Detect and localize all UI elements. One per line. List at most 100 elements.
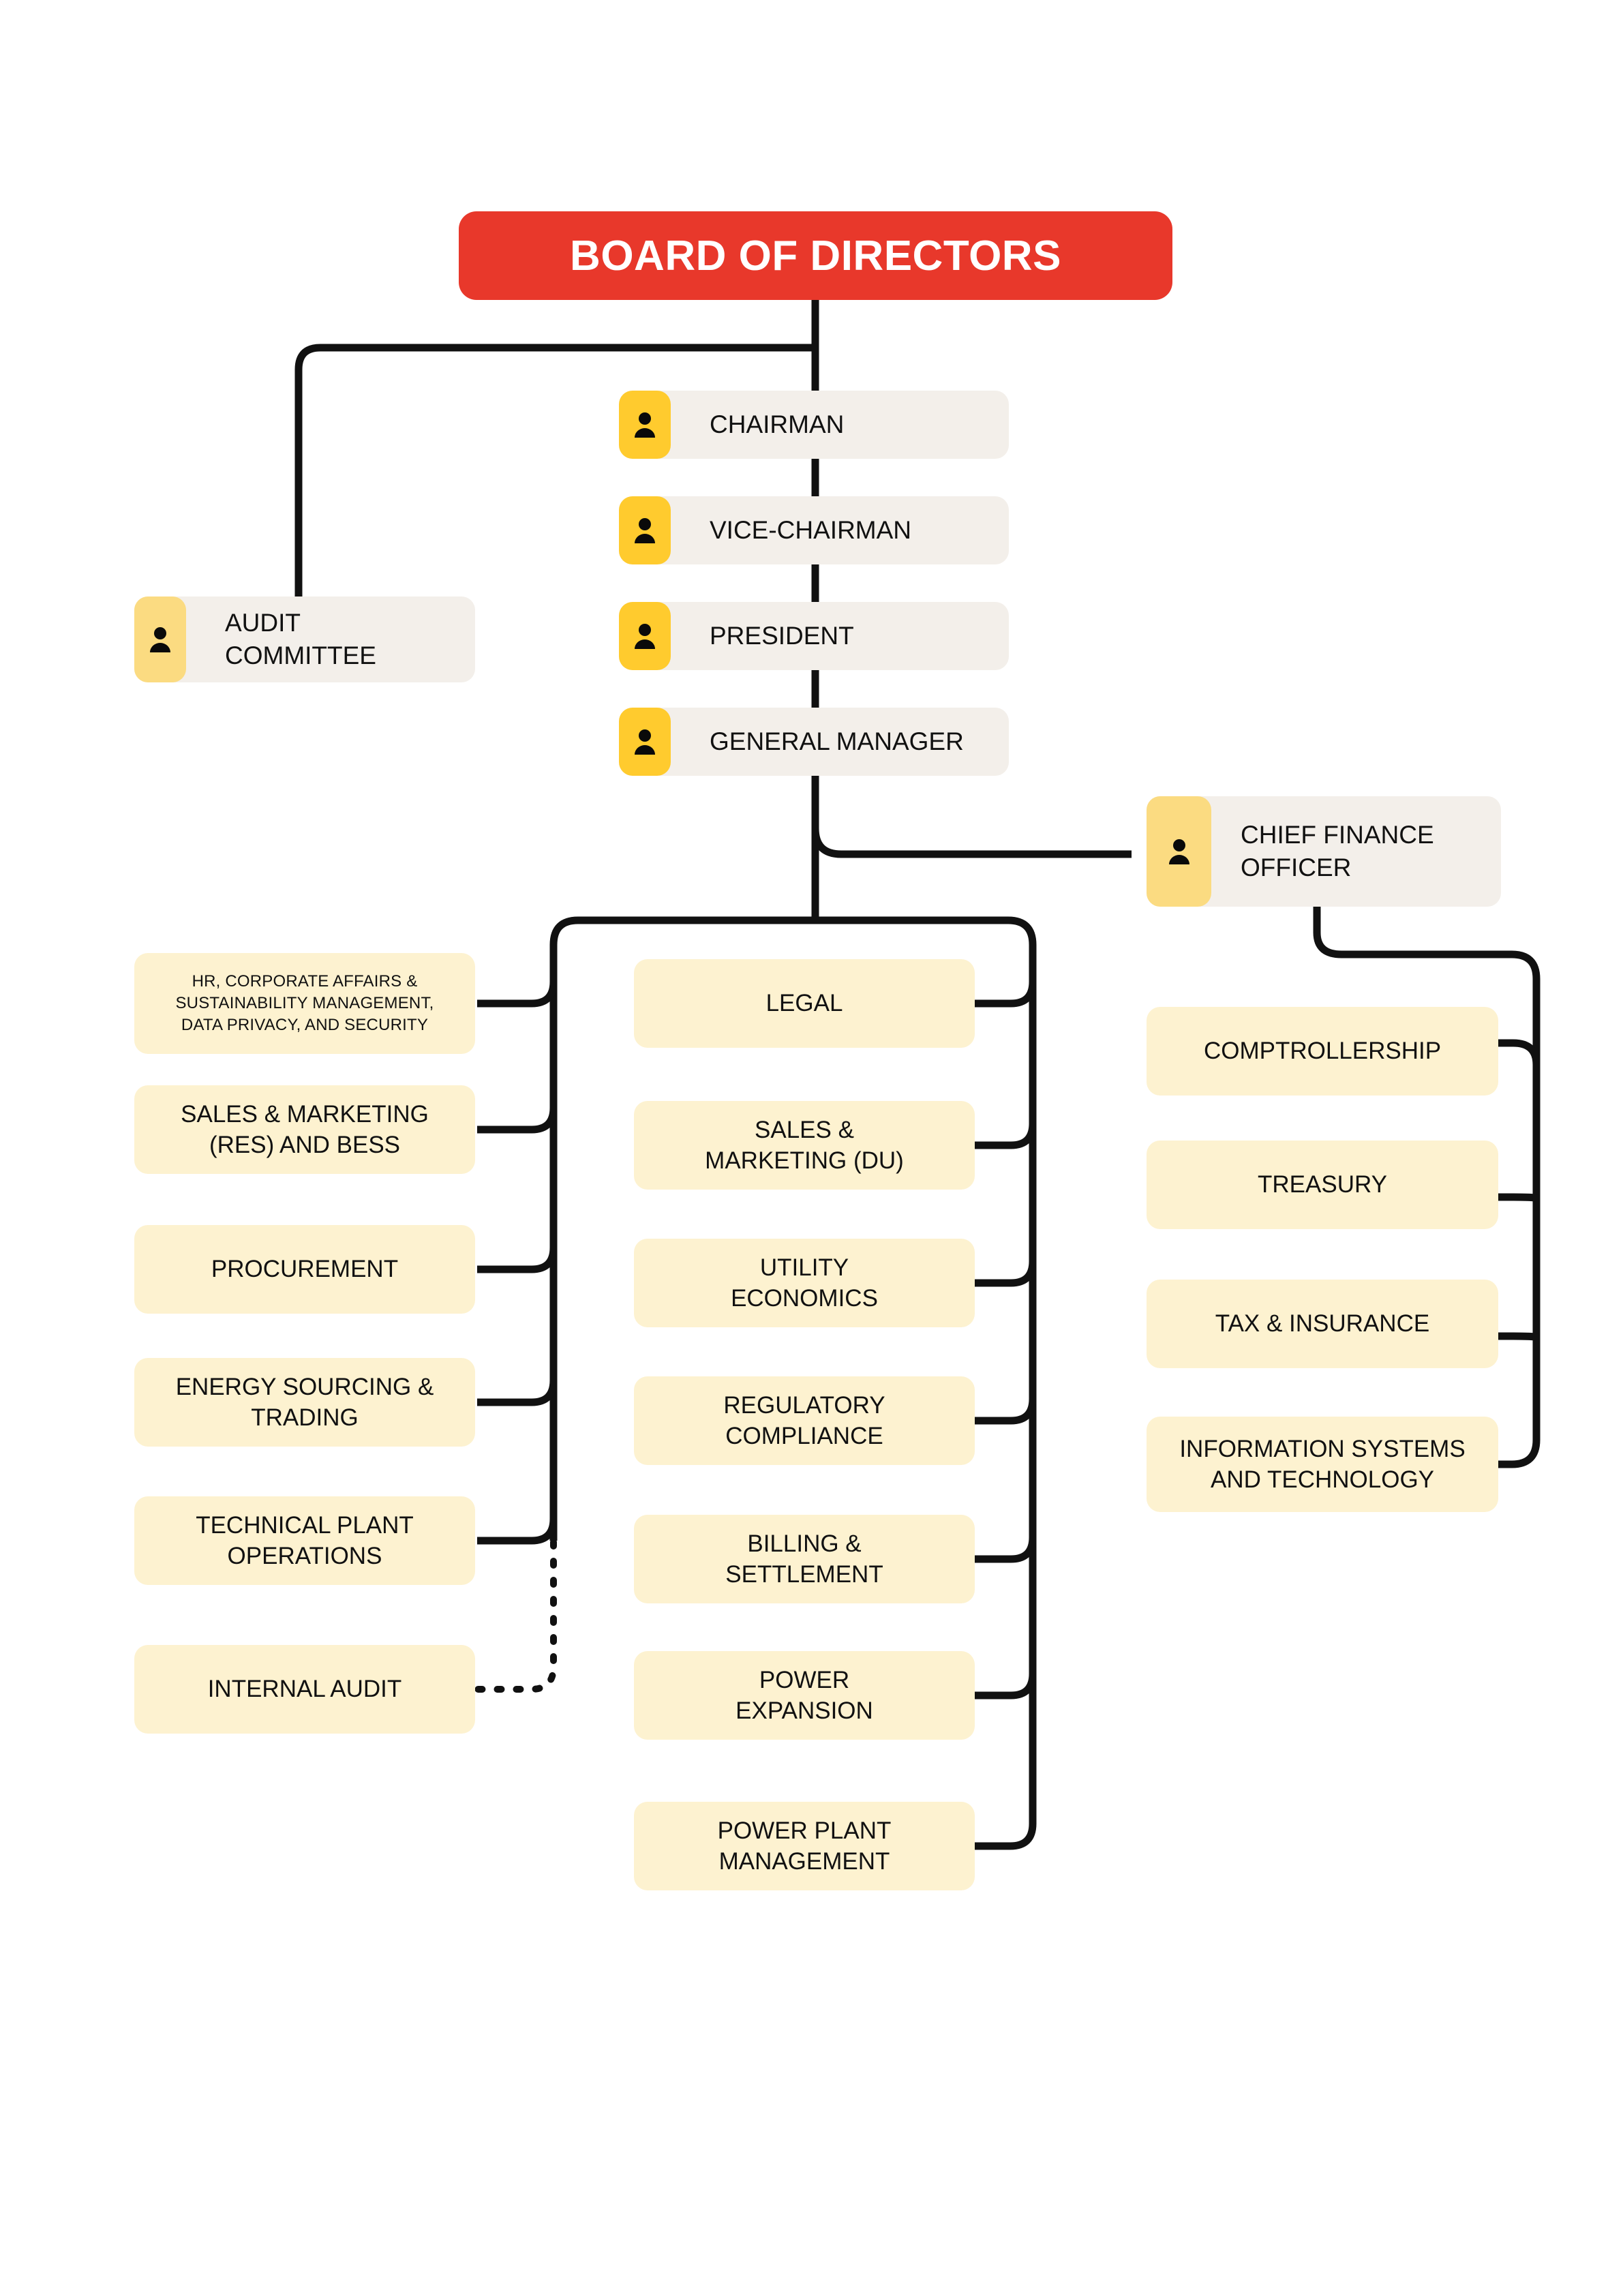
board-of-directors-node[interactable]: BOARD OF DIRECTORS: [459, 211, 1172, 300]
dept-label-line1: LEGAL: [765, 990, 843, 1017]
chief-finance-officer-node[interactable]: CHIEF FINANCE OFFICER: [1147, 796, 1501, 907]
dept-node-regulatory-compliance[interactable]: REGULATORY COMPLIANCE: [634, 1376, 975, 1465]
dept-label-line1: INTERNAL AUDIT: [207, 1676, 402, 1703]
org-chart-canvas: BOARD OF DIRECTORS CHAIRMAN VICE-CHAIRMA…: [0, 0, 1623, 2296]
dept-label-wrap: INFORMATION SYSTEMS AND TECHNOLOGY: [1179, 1434, 1465, 1496]
dept-label-wrap: PROCUREMENT: [211, 1254, 398, 1285]
dept-label-line3: DATA PRIVACY, AND SECURITY: [181, 1016, 429, 1035]
wire-fin-dept-3: [1498, 1332, 1541, 1342]
dept-label-line2: AND TECHNOLOGY: [1210, 1466, 1435, 1493]
dept-node-sales-marketing-res-bess[interactable]: SALES & MARKETING (RES) AND BESS: [134, 1085, 475, 1174]
person-icon: [619, 496, 671, 564]
wire-mid-dept-3: [975, 1260, 1037, 1287]
dept-node-procurement[interactable]: PROCUREMENT: [134, 1225, 475, 1314]
person-icon: [619, 391, 671, 459]
wire-fin-dept-2: [1498, 1193, 1541, 1203]
dept-label-wrap: INTERNAL AUDIT: [208, 1674, 402, 1705]
wire-fin-dept-1: [1498, 1039, 1541, 1066]
dept-label-wrap: UTILITY ECONOMICS: [731, 1252, 878, 1314]
dept-label-wrap: POWER PLANT MANAGEMENT: [718, 1815, 892, 1877]
dept-label-wrap: ENERGY SOURCING & TRADING: [176, 1372, 434, 1434]
dept-label-wrap: TAX & INSURANCE: [1215, 1308, 1429, 1340]
dept-node-tax-insurance[interactable]: TAX & INSURANCE: [1147, 1280, 1498, 1368]
dept-label-line1: TECHNICAL PLANT: [196, 1511, 414, 1539]
wire-mid-dept-2: [975, 1123, 1037, 1149]
dept-label-line1: PROCUREMENT: [211, 1256, 399, 1283]
dept-label-line2: ECONOMICS: [731, 1285, 878, 1312]
exec-label-vice-chairman: VICE-CHAIRMAN: [710, 515, 912, 544]
dept-label-line1: SALES & MARKETING: [181, 1100, 429, 1128]
audit-committee-node[interactable]: AUDIT COMMITTEE: [134, 596, 475, 682]
dept-label-line1: BILLING &: [747, 1530, 862, 1557]
exec-label-chairman: CHAIRMAN: [710, 410, 845, 438]
dept-label-line1: ENERGY SOURCING &: [175, 1373, 434, 1400]
dept-label-wrap: BILLING & SETTLEMENT: [725, 1528, 883, 1590]
dept-node-hr-corporate-affairs[interactable]: HR, CORPORATE AFFAIRS & SUSTAINABILITY M…: [134, 953, 475, 1054]
person-icon: [1147, 796, 1211, 907]
dept-node-sales-marketing-du[interactable]: SALES & MARKETING (DU): [634, 1101, 975, 1190]
dept-label-line1: REGULATORY: [723, 1391, 885, 1419]
dept-label-line1: HR, CORPORATE AFFAIRS &: [192, 971, 418, 991]
dept-label-line1: TREASURY: [1258, 1171, 1387, 1198]
cfo-label-line1: CHIEF FINANCE: [1241, 820, 1434, 849]
dept-node-legal[interactable]: LEGAL: [634, 959, 975, 1048]
dept-label-line2: MARKETING (DU): [705, 1147, 904, 1174]
dept-label-line1: UTILITY: [759, 1254, 849, 1281]
dept-label-wrap: SALES & MARKETING (RES) AND BESS: [181, 1099, 429, 1161]
dept-node-energy-sourcing-trading[interactable]: ENERGY SOURCING & TRADING: [134, 1358, 475, 1447]
dept-label-wrap: HR, CORPORATE AFFAIRS & SUSTAINABILITY M…: [175, 971, 434, 1036]
dept-label-line1: SALES &: [755, 1116, 854, 1143]
wire-mid-dept-1: [975, 981, 1037, 1008]
board-of-directors-label: BOARD OF DIRECTORS: [570, 232, 1061, 280]
dept-label-wrap: TECHNICAL PLANT OPERATIONS: [196, 1510, 414, 1572]
wire-internal-audit-dotted: [474, 1539, 557, 1693]
dept-label-line1: COMPTROLLERSHIP: [1203, 1038, 1442, 1065]
dept-label-line2: TRADING: [251, 1404, 359, 1431]
dept-label-line1: POWER: [759, 1666, 850, 1693]
wire-left-dept-3: [477, 1247, 558, 1273]
wire-mid-dept-5: [975, 1537, 1037, 1563]
audit-committee-label-wrap: AUDIT COMMITTEE: [225, 607, 376, 672]
dept-node-comptrollership[interactable]: COMPTROLLERSHIP: [1147, 1007, 1498, 1096]
dept-node-power-expansion[interactable]: POWER EXPANSION: [634, 1651, 975, 1740]
dept-label-line1: POWER PLANT: [717, 1817, 892, 1844]
dept-node-utility-economics[interactable]: UTILITY ECONOMICS: [634, 1239, 975, 1327]
dept-label-line2: MANAGEMENT: [718, 1848, 890, 1875]
wire-mid-dept-4: [975, 1398, 1037, 1425]
exec-label-general-manager: GENERAL MANAGER: [710, 727, 964, 755]
dept-node-internal-audit[interactable]: INTERNAL AUDIT: [134, 1645, 475, 1734]
dept-label-wrap: SALES & MARKETING (DU): [705, 1115, 904, 1177]
dept-node-technical-plant-operations[interactable]: TECHNICAL PLANT OPERATIONS: [134, 1496, 475, 1585]
dept-label-line1: INFORMATION SYSTEMS: [1179, 1435, 1466, 1462]
wire-left-dept-2: [477, 1107, 558, 1134]
audit-committee-label-line1: AUDIT: [225, 608, 301, 637]
wire-mid-dept-6: [975, 1673, 1037, 1700]
exec-node-chairman[interactable]: CHAIRMAN: [619, 391, 1009, 459]
dept-node-power-plant-management[interactable]: POWER PLANT MANAGEMENT: [634, 1802, 975, 1890]
dept-node-information-systems-technology[interactable]: INFORMATION SYSTEMS AND TECHNOLOGY: [1147, 1417, 1498, 1512]
wire-left-dept-4: [477, 1380, 558, 1406]
cfo-label-line2: OFFICER: [1241, 854, 1352, 881]
exec-label-president: PRESIDENT: [710, 621, 854, 650]
dept-label-line2: SUSTAINABILITY MANAGEMENT,: [175, 993, 434, 1012]
dept-label-wrap: REGULATORY COMPLIANCE: [723, 1390, 885, 1452]
dept-label-wrap: POWER EXPANSION: [735, 1665, 873, 1727]
dept-label-line2: EXPANSION: [735, 1697, 873, 1724]
wire-gm-to-cfo: [811, 828, 1132, 858]
dept-label-line1: TAX & INSURANCE: [1215, 1310, 1430, 1338]
exec-node-president[interactable]: PRESIDENT: [619, 602, 1009, 670]
person-icon: [619, 708, 671, 776]
dept-label-wrap: TREASURY: [1258, 1169, 1387, 1200]
dept-label-line2: SETTLEMENT: [725, 1561, 883, 1588]
person-icon: [134, 596, 186, 682]
dept-node-treasury[interactable]: TREASURY: [1147, 1141, 1498, 1229]
person-icon: [619, 602, 671, 670]
dept-label-wrap: COMPTROLLERSHIP: [1204, 1036, 1441, 1067]
dept-label-line2: COMPLIANCE: [725, 1423, 883, 1449]
dept-label-wrap: LEGAL: [766, 988, 843, 1019]
dept-label-line2: (RES) AND BESS: [209, 1132, 401, 1158]
audit-committee-label-line2: COMMITTEE: [225, 641, 376, 669]
exec-node-vice-chairman[interactable]: VICE-CHAIRMAN: [619, 496, 1009, 564]
exec-node-general-manager[interactable]: GENERAL MANAGER: [619, 708, 1009, 776]
dept-node-billing-settlement[interactable]: BILLING & SETTLEMENT: [634, 1515, 975, 1603]
